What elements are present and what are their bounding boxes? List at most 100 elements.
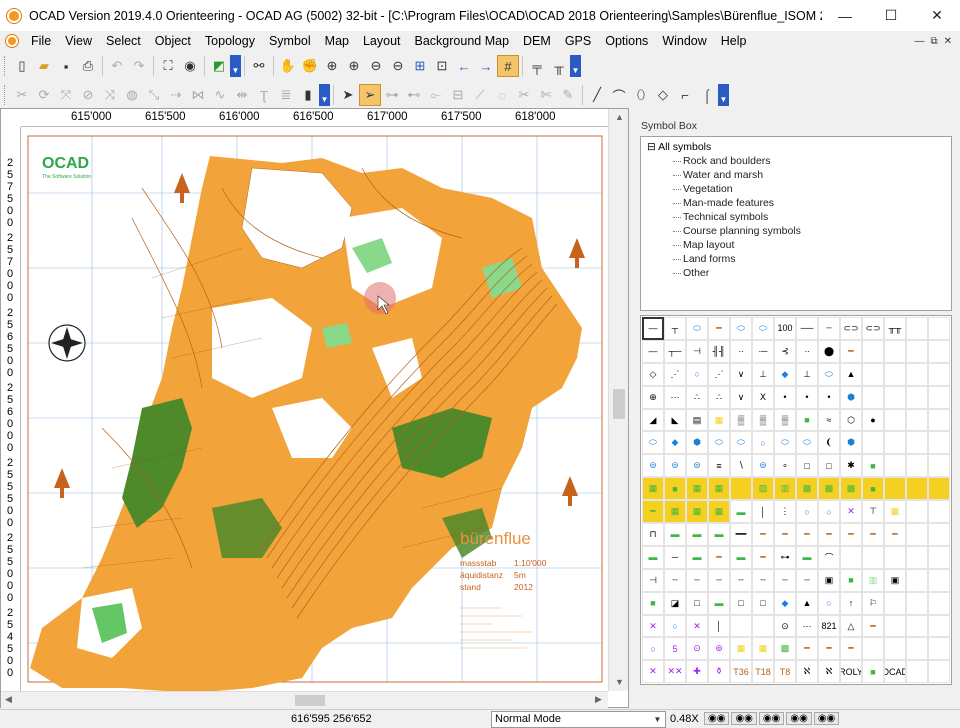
symbol-cell[interactable]: ┄	[686, 568, 708, 592]
symbol-cell[interactable]	[906, 339, 928, 363]
symbol-cell[interactable]	[928, 362, 950, 386]
symbol-cell[interactable]: ╥╥	[884, 317, 906, 340]
undo-icon[interactable]: ↶	[106, 55, 128, 77]
zoom-area-icon[interactable]: ⊞	[409, 55, 431, 77]
symbol-cell[interactable]: ⊚	[708, 637, 730, 661]
preview-icon[interactable]: ◉	[179, 55, 201, 77]
symbol-cell[interactable]: ⬭	[708, 431, 730, 455]
symbol-cell[interactable]	[928, 500, 950, 524]
symbol-cell[interactable]: ∴	[708, 385, 730, 409]
symbol-cell[interactable]: ▦	[730, 637, 752, 661]
symbol-cell[interactable]	[840, 545, 862, 569]
scroll-up-arrow-icon[interactable]: ▲	[615, 112, 624, 122]
pointer-icon[interactable]: ➤	[337, 84, 359, 106]
symbol-tree-root[interactable]: ⊟ All symbols	[647, 141, 945, 154]
symbol-cell[interactable]: T8	[774, 660, 796, 684]
symbol-cell[interactable]	[884, 385, 906, 409]
symbol-cell[interactable]: ⬭	[774, 431, 796, 455]
cut-hole-icon[interactable]: ⊘	[77, 84, 99, 106]
symbol-cell[interactable]	[928, 523, 950, 546]
hand-grab-icon[interactable]: ✊	[299, 55, 321, 77]
symbol-cell[interactable]	[906, 317, 928, 340]
symbol-cell[interactable]: ┬	[664, 317, 686, 340]
symbol-cell[interactable]	[862, 339, 884, 363]
symbol-cell[interactable]: ⊥	[752, 362, 774, 386]
scroll-left-arrow-icon[interactable]: ◀	[5, 694, 12, 705]
symbol-cell[interactable]	[928, 408, 950, 432]
symbol-cell[interactable]: │	[752, 500, 774, 524]
symbol-cell[interactable]: ▬	[686, 545, 708, 569]
new-file-icon[interactable]: ▯	[11, 55, 33, 77]
symbol-cell[interactable]: ━	[862, 523, 884, 546]
symbol-category-technical-symbols[interactable]: Technical symbols	[647, 210, 945, 224]
symbol-cell[interactable]: ⬭	[796, 431, 818, 455]
symbol-cell[interactable]: ━	[796, 637, 818, 661]
symbol-cell[interactable]	[906, 362, 928, 386]
symbol-cell[interactable]: ┄	[752, 568, 774, 592]
symbol-cell[interactable]: □	[796, 454, 818, 478]
symbol-cell[interactable]: ━	[818, 523, 840, 546]
menu-options[interactable]: Options	[598, 31, 655, 51]
symbol-cell[interactable]: ✚	[686, 660, 708, 684]
symbol-cell[interactable]: ✕	[642, 614, 664, 638]
symbol-cell[interactable]: ⋯	[796, 614, 818, 638]
symbol-category-water-and-marsh[interactable]: Water and marsh	[647, 168, 945, 182]
stretch-icon[interactable]: ⇢	[165, 84, 187, 106]
symbol-cell[interactable]: ─	[664, 545, 686, 569]
symbol-cell[interactable]	[884, 408, 906, 432]
toolbar-dropdown[interactable]: ▼	[319, 84, 330, 106]
symbol-cell[interactable]: ━━	[730, 523, 752, 546]
corner-icon[interactable]: ⟜	[425, 84, 447, 106]
symbol-cell[interactable]: ▩	[818, 477, 840, 501]
symbol-category-land-forms[interactable]: Land forms	[647, 252, 945, 266]
symbol-cell[interactable]: ▬	[730, 545, 752, 569]
symbol-cell[interactable]: ⚐	[862, 591, 884, 615]
symbol-cell[interactable]: ⬢	[840, 431, 862, 455]
symbol-cell[interactable]: ∙∙	[730, 339, 752, 363]
symbol-cell[interactable]	[928, 614, 950, 638]
symbol-cell[interactable]	[928, 431, 950, 455]
close-button[interactable]: ✕	[914, 0, 960, 31]
hatch-view-icon[interactable]: ◉◉	[758, 712, 785, 725]
freehand-icon[interactable]: ⌠	[696, 84, 718, 106]
symbol-cell[interactable]: ○	[818, 591, 840, 615]
symbol-cell[interactable]: •	[774, 385, 796, 409]
symbol-cell[interactable]: ⊥	[796, 362, 818, 386]
symbol-cell[interactable]: ━	[752, 523, 774, 546]
symbol-cell[interactable]: ━	[708, 545, 730, 569]
symbol-cell[interactable]: ▬	[664, 523, 686, 546]
menu-select[interactable]: Select	[99, 31, 148, 51]
menu-gps[interactable]: GPS	[558, 31, 598, 51]
symbol-cell[interactable]: ┄	[664, 568, 686, 592]
map-layer-2-icon[interactable]: ╥	[548, 55, 570, 77]
symbol-cell[interactable]: ⚱	[708, 660, 730, 684]
map-layer-icon[interactable]: ╤	[526, 55, 548, 77]
symbol-cell[interactable]: △	[840, 614, 862, 638]
symbol-cell[interactable]: ✕	[642, 660, 664, 684]
symbol-cell[interactable]: ✕✕	[664, 660, 686, 684]
toolbar-grip[interactable]	[4, 56, 7, 76]
symbol-cell[interactable]: ▦	[664, 500, 686, 524]
chevron-down-icon[interactable]: ▼	[651, 713, 664, 726]
symbol-cell[interactable]: ❨	[818, 431, 840, 455]
symbol-cell[interactable]: 100	[774, 317, 796, 340]
menu-layout[interactable]: Layout	[356, 31, 408, 51]
symbol-cell[interactable]: ▤	[686, 408, 708, 432]
mode-select[interactable]: Normal Mode ▼	[491, 711, 666, 728]
symbol-cell[interactable]: ━	[840, 523, 862, 546]
symbol-cell[interactable]: ◆	[774, 362, 796, 386]
edit-point-icon[interactable]: ➢	[359, 84, 381, 106]
symbol-cell[interactable]: ┄	[708, 568, 730, 592]
symbol-cell[interactable]: ■	[642, 591, 664, 615]
symbol-cell[interactable]: ▲	[796, 591, 818, 615]
symbol-cell[interactable]	[928, 454, 950, 478]
symbol-cell[interactable]: ⊜	[642, 454, 664, 478]
menu-view[interactable]: View	[58, 31, 99, 51]
zoom-in-icon[interactable]: ⊕	[321, 55, 343, 77]
symbol-cell[interactable]	[884, 477, 906, 501]
symbol-cell[interactable]: ✕	[840, 500, 862, 524]
document-icon[interactable]	[6, 35, 18, 47]
symbol-cell[interactable]: ⊕	[642, 385, 664, 409]
symbol-cell[interactable]: •	[818, 385, 840, 409]
symbol-cell[interactable]	[928, 637, 950, 661]
